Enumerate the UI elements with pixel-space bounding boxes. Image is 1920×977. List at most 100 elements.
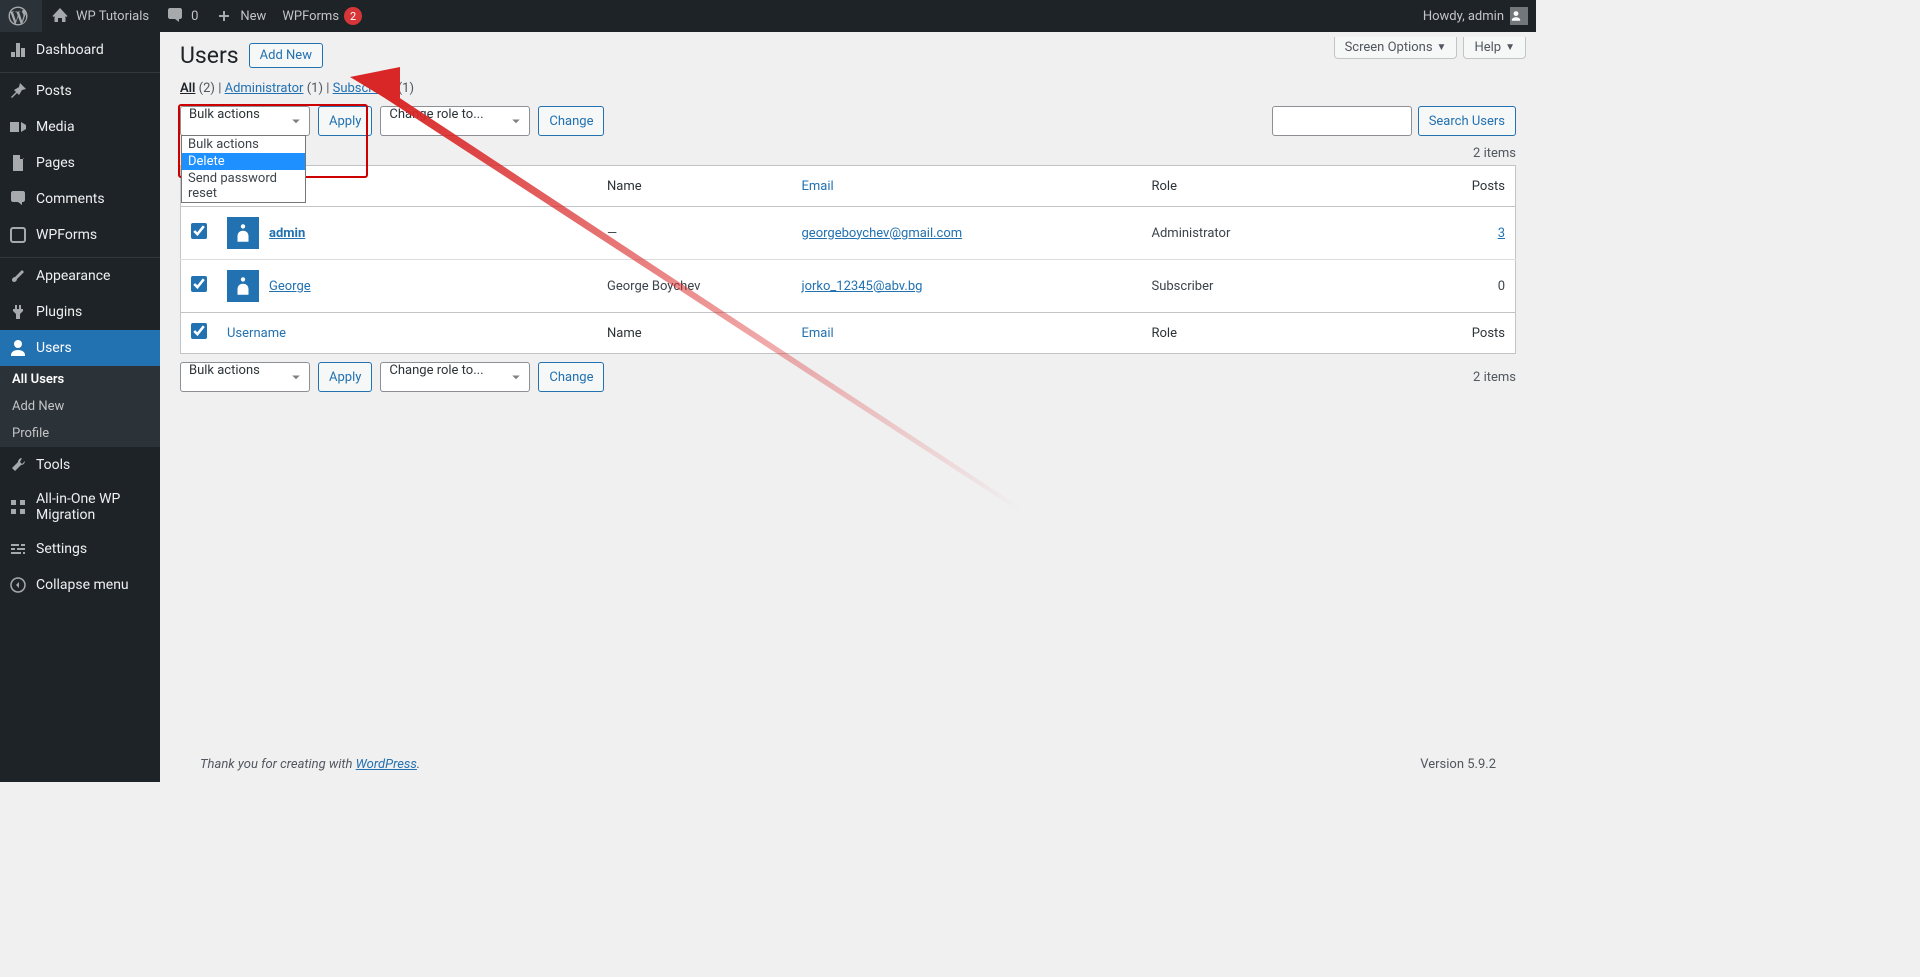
username-link[interactable]: George <box>269 279 311 294</box>
col-email[interactable]: Email <box>792 166 1142 207</box>
add-new-button[interactable]: Add New <box>249 43 323 68</box>
bulk-option-send-password-reset[interactable]: Send password reset <box>182 170 305 202</box>
col-name[interactable]: Name <box>597 313 792 354</box>
col-email[interactable]: Email <box>792 313 1142 354</box>
email-link[interactable]: jorko_12345@abv.bg <box>802 279 923 294</box>
menu-label: Comments <box>36 191 105 207</box>
menu-media[interactable]: Media <box>0 109 160 145</box>
filter-label: All <box>180 81 195 96</box>
screen-options-button[interactable]: Screen Options▼ <box>1334 37 1458 59</box>
col-role[interactable]: Role <box>1142 313 1442 354</box>
admin-bar: WP Tutorials 0 New WPForms 2 Howdy, admi… <box>0 0 1536 32</box>
items-count-bottom: 2 items <box>1473 370 1516 385</box>
bulk-option-bulk-actions[interactable]: Bulk actions <box>182 136 305 153</box>
bulk-action-select-bottom[interactable]: Bulk actions <box>180 362 310 392</box>
site-name-link[interactable]: WP Tutorials <box>42 0 157 32</box>
wpforms-label: WPForms <box>282 9 339 24</box>
menu-label: Collapse menu <box>36 577 129 593</box>
menu-dashboard[interactable]: Dashboard <box>0 32 160 68</box>
bulk-action-dropdown: Bulk actions Delete Send password reset <box>181 135 306 203</box>
menu-label: WPForms <box>36 227 97 243</box>
comment-icon <box>8 189 28 209</box>
menu-label: Pages <box>36 155 75 171</box>
avatar-icon <box>227 270 259 302</box>
comments-link[interactable]: 0 <box>157 0 206 32</box>
submenu-add-new[interactable]: Add New <box>0 393 160 420</box>
change-role-button-bottom[interactable]: Change <box>538 362 604 392</box>
col-name[interactable]: Name <box>597 166 792 207</box>
posts-link[interactable]: 3 <box>1498 226 1505 241</box>
tablenav-bottom: Bulk actions Apply Change role to... Cha… <box>180 362 1516 392</box>
filter-subscriber[interactable]: Subscriber <box>333 81 395 96</box>
menu-comments[interactable]: Comments <box>0 181 160 217</box>
account-menu[interactable]: Howdy, admin <box>1415 0 1536 32</box>
role-cell: Subscriber <box>1142 260 1442 313</box>
menu-label: Appearance <box>36 268 110 284</box>
help-label: Help <box>1474 40 1501 55</box>
submenu-users: All Users Add New Profile <box>0 366 160 447</box>
dashboard-icon <box>8 40 28 60</box>
change-role-select[interactable]: Change role to... <box>380 106 530 136</box>
submenu-profile[interactable]: Profile <box>0 420 160 447</box>
media-icon <box>8 117 28 137</box>
bulk-option-delete[interactable]: Delete <box>182 153 305 170</box>
wpforms-badge: 2 <box>344 7 362 25</box>
menu-migration[interactable]: All-in-One WP Migration <box>0 483 160 531</box>
caret-down-icon: ▼ <box>1505 42 1515 53</box>
menu-settings[interactable]: Settings <box>0 531 160 567</box>
filter-administrator[interactable]: Administrator <box>225 81 304 96</box>
menu-label: Posts <box>36 83 72 99</box>
users-table: Username Name Email Role Posts admin — g… <box>180 165 1516 354</box>
table-row: admin — georgeboychev@gmail.com Administ… <box>181 207 1516 260</box>
col-posts[interactable]: Posts <box>1442 166 1516 207</box>
menu-label: Settings <box>36 541 87 557</box>
caret-down-icon: ▼ <box>1437 42 1447 53</box>
table-row: George George Boychev jorko_12345@abv.bg… <box>181 260 1516 313</box>
name-cell: George Boychev <box>597 260 792 313</box>
menu-plugins[interactable]: Plugins <box>0 294 160 330</box>
home-icon <box>50 6 70 26</box>
menu-wpforms[interactable]: WPForms <box>0 217 160 253</box>
menu-posts[interactable]: Posts <box>0 73 160 109</box>
submenu-all-users[interactable]: All Users <box>0 366 160 393</box>
filter-count: (1) <box>307 81 323 96</box>
menu-label: Dashboard <box>36 42 104 58</box>
grid-icon <box>8 497 28 517</box>
items-count-top: 2 items <box>180 146 1516 161</box>
col-username[interactable]: Username <box>217 313 597 354</box>
footer-text: Thank you for creating with <box>200 757 356 772</box>
role-cell: Administrator <box>1142 207 1442 260</box>
change-role-select-bottom[interactable]: Change role to... <box>380 362 530 392</box>
apply-bulk-button-bottom[interactable]: Apply <box>318 362 372 392</box>
wordpress-link[interactable]: WordPress <box>356 757 417 772</box>
collapse-icon <box>8 575 28 595</box>
wp-logo-menu[interactable] <box>0 0 42 32</box>
plugin-icon <box>8 302 28 322</box>
wpforms-link[interactable]: WPForms 2 <box>274 0 370 32</box>
row-checkbox[interactable] <box>191 276 207 292</box>
search-users-input[interactable] <box>1272 106 1412 136</box>
menu-label: Tools <box>36 457 70 473</box>
filter-all[interactable]: All <box>180 81 195 96</box>
menu-appearance[interactable]: Appearance <box>0 258 160 294</box>
help-button[interactable]: Help ▼ <box>1463 37 1526 59</box>
menu-collapse[interactable]: Collapse menu <box>0 567 160 603</box>
change-role-button[interactable]: Change <box>538 106 604 136</box>
col-posts[interactable]: Posts <box>1442 313 1516 354</box>
search-users-button[interactable]: Search Users <box>1418 106 1516 136</box>
menu-pages[interactable]: Pages <box>0 145 160 181</box>
users-icon <box>8 338 28 358</box>
sliders-icon <box>8 539 28 559</box>
new-content-link[interactable]: New <box>206 0 274 32</box>
bulk-action-wrap: Bulk actions Bulk actions Delete Send pa… <box>180 106 310 136</box>
wordpress-icon <box>8 6 28 26</box>
menu-users[interactable]: Users <box>0 330 160 366</box>
bulk-action-select[interactable]: Bulk actions <box>180 106 310 136</box>
row-checkbox[interactable] <box>191 223 207 239</box>
select-all-bottom[interactable] <box>191 323 207 339</box>
username-link[interactable]: admin <box>269 226 305 241</box>
menu-tools[interactable]: Tools <box>0 447 160 483</box>
email-link[interactable]: georgeboychev@gmail.com <box>802 226 963 241</box>
col-role[interactable]: Role <box>1142 166 1442 207</box>
apply-bulk-button[interactable]: Apply <box>318 106 372 136</box>
